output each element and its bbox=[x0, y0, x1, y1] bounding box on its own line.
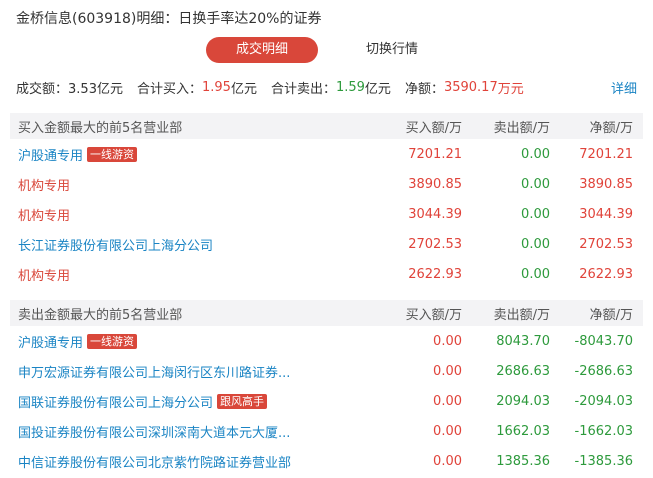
buy-row-buy-value: 2622.93 bbox=[408, 266, 462, 282]
buy-row-net-value: 2622.93 bbox=[579, 266, 633, 282]
buy-header-sell: 卖出额/万 bbox=[493, 120, 550, 136]
broker-link[interactable]: 国联证券股份有限公司上海分公司 bbox=[18, 392, 213, 411]
buy-section-header: 买入金额最大的前5名营业部 买入额/万 卖出额/万 净额/万 bbox=[10, 113, 643, 139]
sell-row-name-cell: 国投证券股份有限公司深圳深南大道本元大厦... bbox=[10, 422, 370, 441]
trader-tag-badge: 一线游资 bbox=[87, 146, 138, 162]
buy-row-name-cell: 机构专用 bbox=[10, 265, 370, 284]
buy-row-sell-value: 0.00 bbox=[521, 266, 550, 282]
sell-section-header: 卖出金额最大的前5名营业部 买入额/万 卖出额/万 净额/万 bbox=[10, 300, 643, 326]
sell-table-row: 国联证券股份有限公司上海分公司 跟风高手 0.00 2094.03 -2094.03 bbox=[10, 386, 643, 416]
sell-row-net-value: -1385.36 bbox=[574, 453, 633, 469]
sell-row-buy-value: 0.00 bbox=[433, 363, 462, 379]
total-buy-unit: 亿元 bbox=[230, 81, 257, 97]
buy-row-net-value: 3044.39 bbox=[579, 206, 633, 222]
buy-row-name-cell: 长江证券股份有限公司上海分公司 bbox=[10, 235, 370, 254]
buy-header-net: 净额/万 bbox=[589, 120, 633, 136]
sell-row-net-value: -2094.03 bbox=[574, 393, 633, 409]
sell-top5-section: 卖出金额最大的前5名营业部 买入额/万 卖出额/万 净额/万 沪股通专用 一线游资… bbox=[10, 300, 643, 476]
buy-table-row: 机构专用 3890.85 0.00 3890.85 bbox=[10, 169, 643, 199]
broker-link[interactable]: 机构专用 bbox=[18, 175, 70, 194]
buy-row-buy-value: 3044.39 bbox=[408, 206, 462, 222]
tab-switch-quotes[interactable]: 切换行情 bbox=[336, 37, 448, 63]
sell-row-name-cell: 沪股通专用 一线游资 bbox=[10, 332, 370, 351]
net-value: 3590.17 bbox=[443, 79, 498, 95]
sell-row-sell-value: 2094.03 bbox=[496, 393, 550, 409]
buy-rows: 沪股通专用 一线游资 7201.21 0.00 7201.21 机构专用 3890.85 0.… bbox=[10, 139, 643, 289]
buy-row-net-value: 7201.21 bbox=[579, 146, 633, 162]
sell-row-net-value: -8043.70 bbox=[574, 333, 633, 349]
buy-row-buy-value: 7201.21 bbox=[408, 146, 462, 162]
buy-row-buy-value: 3890.85 bbox=[408, 176, 462, 192]
sell-row-sell-value: 8043.70 bbox=[496, 333, 550, 349]
sell-header-name: 卖出金额最大的前5名营业部 bbox=[18, 307, 183, 323]
turnover-value: 3.53亿元 bbox=[68, 81, 123, 97]
tab-bar: 成交明细 切换行情 bbox=[0, 37, 653, 65]
buy-row-net-value: 3890.85 bbox=[579, 176, 633, 192]
buy-row-name-cell: 机构专用 bbox=[10, 175, 370, 194]
sell-row-net-value: -2686.63 bbox=[574, 363, 633, 379]
sell-row-buy-value: 0.00 bbox=[433, 333, 462, 349]
tab-trade-details[interactable]: 成交明细 bbox=[206, 37, 318, 63]
sell-row-name-cell: 中信证券股份有限公司北京紫竹院路证券营业部 bbox=[10, 452, 370, 471]
broker-link[interactable]: 长江证券股份有限公司上海分公司 bbox=[18, 235, 213, 254]
sell-row-sell-value: 2686.63 bbox=[496, 363, 550, 379]
sell-table-row: 国投证券股份有限公司深圳深南大道本元大厦... 0.00 1662.03 -1662.… bbox=[10, 416, 643, 446]
trader-tag-badge: 一线游资 bbox=[87, 333, 138, 349]
sell-table-row: 沪股通专用 一线游资 0.00 8043.70 -8043.70 bbox=[10, 326, 643, 356]
buy-header-name: 买入金额最大的前5名营业部 bbox=[18, 120, 183, 136]
sell-row-name-cell: 申万宏源证券有限公司上海闵行区东川路证券... bbox=[10, 362, 370, 381]
broker-link[interactable]: 机构专用 bbox=[18, 265, 70, 284]
buy-row-name-cell: 机构专用 bbox=[10, 205, 370, 224]
buy-row-sell-value: 0.00 bbox=[521, 206, 550, 222]
sell-row-net-value: -1662.03 bbox=[574, 423, 633, 439]
trader-tag-badge: 跟风高手 bbox=[217, 393, 268, 409]
broker-link[interactable]: 中信证券股份有限公司北京紫竹院路证券营业部 bbox=[18, 452, 291, 471]
buy-row-sell-value: 0.00 bbox=[521, 146, 550, 162]
page-title: 金桥信息(603918)明细：日换手率达20%的证券 bbox=[16, 11, 322, 27]
total-sell-value: 1.59 bbox=[335, 79, 365, 95]
sell-header-net: 净额/万 bbox=[589, 307, 633, 323]
total-buy-value: 1.95 bbox=[201, 79, 231, 95]
broker-link[interactable]: 申万宏源证券有限公司上海闵行区东川路证券... bbox=[18, 362, 290, 381]
buy-top5-section: 买入金额最大的前5名营业部 买入额/万 卖出额/万 净额/万 沪股通专用 一线游资… bbox=[10, 113, 643, 289]
total-buy-label: 合计买入： bbox=[136, 81, 202, 97]
broker-link[interactable]: 沪股通专用 bbox=[18, 145, 83, 164]
sell-row-buy-value: 0.00 bbox=[433, 393, 462, 409]
net-unit: 万元 bbox=[497, 81, 524, 97]
broker-link[interactable]: 沪股通专用 bbox=[18, 332, 83, 351]
buy-header-buy: 买入额/万 bbox=[405, 120, 462, 136]
summary-bar: 成交额： 3.53亿元 合计买入： 1.95 亿元 合计卖出： 1.59 亿元 … bbox=[16, 78, 524, 97]
sell-table-row: 申万宏源证券有限公司上海闵行区东川路证券... 0.00 2686.63 -2686.… bbox=[10, 356, 643, 386]
turnover-label: 成交额： bbox=[16, 81, 69, 97]
net-label: 净额： bbox=[404, 81, 444, 97]
sell-header-sell: 卖出额/万 bbox=[493, 307, 550, 323]
sell-header-buy: 买入额/万 bbox=[405, 307, 462, 323]
sell-rows: 沪股通专用 一线游资 0.00 8043.70 -8043.70 申万宏源证券有限公司上海… bbox=[10, 326, 643, 476]
broker-link[interactable]: 机构专用 bbox=[18, 205, 70, 224]
detail-link[interactable]: 详细 bbox=[611, 78, 637, 97]
buy-table-row: 机构专用 3044.39 0.00 3044.39 bbox=[10, 199, 643, 229]
sell-table-row: 中信证券股份有限公司北京紫竹院路证券营业部 0.00 1385.36 -1385.36 bbox=[10, 446, 643, 476]
total-sell-label: 合计卖出： bbox=[270, 81, 336, 97]
buy-table-row: 沪股通专用 一线游资 7201.21 0.00 7201.21 bbox=[10, 139, 643, 169]
buy-row-buy-value: 2702.53 bbox=[408, 236, 462, 252]
sell-row-buy-value: 0.00 bbox=[433, 453, 462, 469]
sell-row-buy-value: 0.00 bbox=[433, 423, 462, 439]
total-sell-unit: 亿元 bbox=[364, 81, 391, 97]
sell-row-sell-value: 1662.03 bbox=[496, 423, 550, 439]
buy-table-row: 机构专用 2622.93 0.00 2622.93 bbox=[10, 259, 643, 289]
broker-link[interactable]: 国投证券股份有限公司深圳深南大道本元大厦... bbox=[18, 422, 290, 441]
sell-row-sell-value: 1385.36 bbox=[496, 453, 550, 469]
buy-row-net-value: 2702.53 bbox=[579, 236, 633, 252]
buy-row-sell-value: 0.00 bbox=[521, 236, 550, 252]
buy-row-sell-value: 0.00 bbox=[521, 176, 550, 192]
buy-row-name-cell: 沪股通专用 一线游资 bbox=[10, 145, 370, 164]
sell-row-name-cell: 国联证券股份有限公司上海分公司 跟风高手 bbox=[10, 392, 370, 411]
buy-table-row: 长江证券股份有限公司上海分公司 2702.53 0.00 2702.53 bbox=[10, 229, 643, 259]
